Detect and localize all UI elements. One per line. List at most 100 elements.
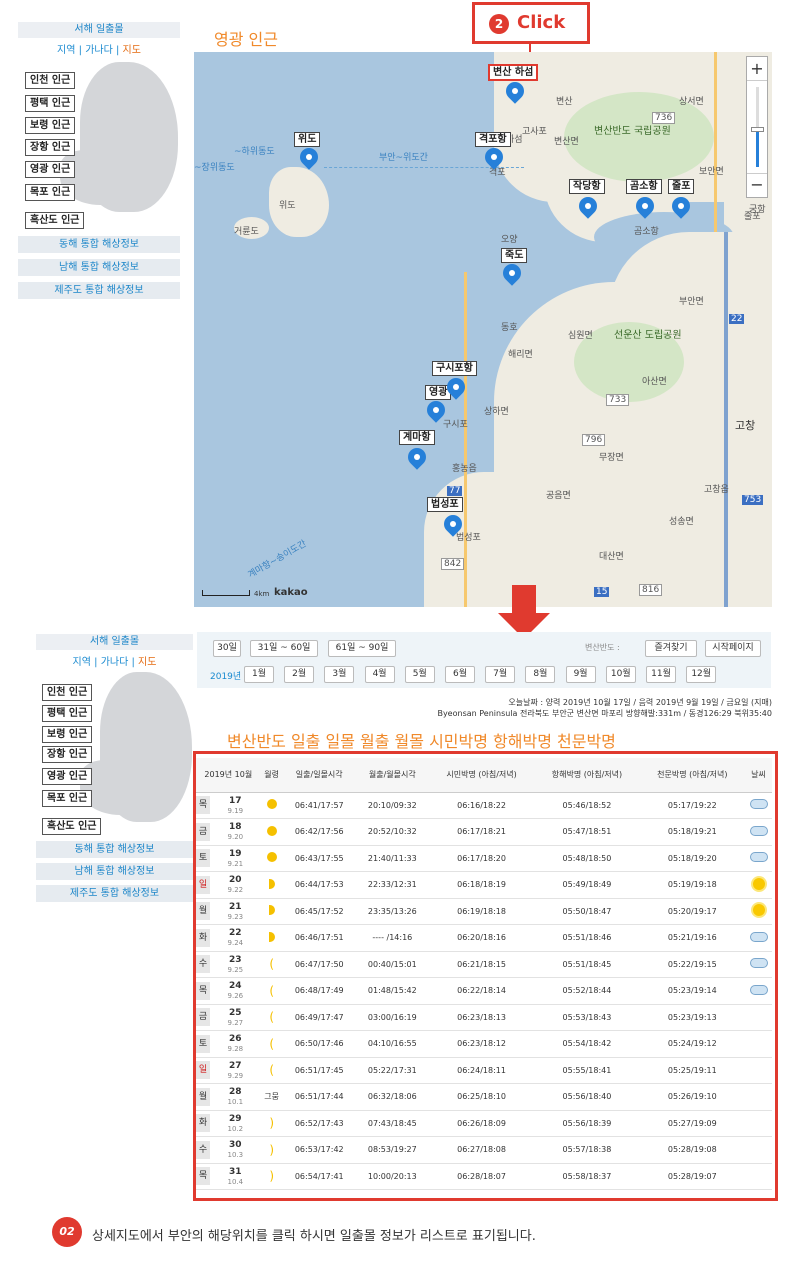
ribbon-south-sea[interactable]: 남해 통합 해상정보	[36, 863, 193, 880]
zoom-in-icon[interactable]: +	[747, 57, 767, 81]
weekday-label: 목	[196, 1167, 210, 1186]
sun-time-cell: 06:42/17:56	[282, 818, 356, 846]
pin-label-jukdo[interactable]: 죽도	[501, 248, 528, 263]
sun-time-cell: 06:51/17:44	[282, 1083, 356, 1111]
table-row: 목 24 9.26 (06:48/17:49 01:48/15:42 06:22/18:1…	[196, 977, 772, 1005]
month-tab-6[interactable]: 6월	[445, 666, 475, 683]
moon-time-cell: 22:33/12:31	[355, 871, 429, 899]
astro-twilight-cell: 05:18/19:21	[639, 818, 745, 846]
ribbon-jeju[interactable]: 제주도 통합 해상정보	[18, 282, 180, 299]
moon-age-cell: (	[260, 1030, 283, 1058]
month-tab-4[interactable]: 4월	[364, 666, 395, 683]
nav-link-region[interactable]: 지역	[73, 657, 91, 668]
start-page-button[interactable]: 시작페이지	[705, 640, 761, 657]
nav-link-region[interactable]: 지역	[57, 45, 75, 56]
zoom-control[interactable]: + −	[746, 56, 768, 198]
year-label: 2019년	[210, 672, 242, 682]
nautical-twilight-cell: 05:47/18:51	[534, 818, 640, 846]
zoom-slider[interactable]	[747, 81, 767, 173]
click-callout: 2 Click	[472, 2, 590, 44]
nautical-twilight-cell: 05:51/18:46	[534, 924, 640, 952]
map-pin-icon[interactable]	[499, 260, 525, 286]
map-pin-icon[interactable]	[296, 144, 322, 170]
moon-time-cell: 23:35/13:26	[355, 898, 429, 925]
weekday-label: 토	[196, 1034, 210, 1053]
map-pin-icon[interactable]	[575, 193, 601, 219]
civil-twilight-cell: 06:25/18:10	[428, 1083, 535, 1111]
ribbon-jeju[interactable]: 제주도 통합 해상정보	[36, 885, 193, 902]
region-janghang[interactable]: 장항 인근	[42, 746, 93, 763]
month-tab-12[interactable]: 12월	[686, 666, 717, 683]
region-heuksando[interactable]: 흑산도 인근	[25, 212, 85, 229]
nav-link-map[interactable]: 지도	[123, 45, 141, 56]
sun-icon	[752, 877, 765, 890]
moon-time-cell: 21:40/11:33	[355, 845, 429, 872]
sun-time-cell: 06:46/17:51	[282, 924, 356, 952]
region-boryeong[interactable]: 보령 인근	[25, 117, 76, 134]
month-tab-11[interactable]: 11월	[646, 666, 676, 683]
step-number-badge: 2	[489, 14, 509, 34]
region-janghang[interactable]: 장항 인근	[25, 139, 76, 156]
map-pin-icon[interactable]	[668, 193, 694, 219]
ribbon-east-sea[interactable]: 동해 통합 해상정보	[36, 841, 193, 858]
civil-twilight-cell: 06:28/18:07	[428, 1163, 535, 1190]
region-pyeongtaek[interactable]: 평택 인근	[25, 95, 76, 112]
weather-cell	[745, 792, 772, 819]
region-mokpo[interactable]: 목포 인근	[25, 184, 76, 201]
pin-label-hasum[interactable]: 변산 하섬	[488, 64, 539, 81]
month-tab-10[interactable]: 10월	[605, 666, 636, 683]
pin-label-gomso[interactable]: 곰소항	[626, 179, 662, 194]
civil-twilight-cell: 06:24/18:11	[428, 1057, 535, 1084]
ribbon-east-sea[interactable]: 동해 통합 해상정보	[18, 236, 180, 253]
month-tab-3[interactable]: 3월	[324, 666, 355, 683]
ribbon-south-sea[interactable]: 남해 통합 해상정보	[18, 259, 180, 276]
map-pin-icon[interactable]	[440, 511, 466, 537]
moon-phase-icon: (	[269, 1063, 274, 1078]
region-incheon[interactable]: 인천 인근	[25, 72, 76, 89]
nav-link-map[interactable]: 지도	[138, 657, 156, 668]
map-pin-icon[interactable]	[481, 144, 507, 170]
cloud-sun-icon	[749, 799, 768, 810]
month-tab-5[interactable]: 5월	[404, 666, 435, 683]
month-tab-2[interactable]: 2월	[284, 666, 315, 683]
region-yeonggwang[interactable]: 영광 인근	[42, 768, 93, 785]
period-31-60-button[interactable]: 31일 ~ 60일	[250, 640, 318, 657]
nautical-twilight-cell: 05:52/18:44	[534, 977, 640, 1005]
map-view[interactable]: 변산 상서면 하섬 고사포 변산면 변산반도 국립공원 보안면 궁항 격포 곰소…	[194, 52, 772, 607]
pin-label-julpo[interactable]: 줄포	[668, 179, 695, 194]
nav-link-alpha[interactable]: 가나다	[85, 45, 113, 56]
date-cell: 23 9.25	[210, 951, 261, 978]
period-30-button[interactable]: 30일	[213, 640, 241, 657]
period-61-90-button[interactable]: 61일 ~ 90일	[328, 640, 396, 657]
date-cell: 30 10.3	[210, 1136, 261, 1164]
map-pin-icon[interactable]	[502, 78, 528, 104]
pin-label-jakdang[interactable]: 작당항	[569, 179, 605, 194]
pin-label-gyema[interactable]: 계마항	[399, 430, 435, 445]
pin-label-gusipo[interactable]: 구시포항	[432, 361, 477, 376]
col-astro: 천문박명 (아침/저녁)	[639, 758, 745, 793]
table-row: 일 27 9.29 (06:51/17:45 05:22/17:31 06:24/18:1…	[196, 1057, 772, 1084]
pin-label-gyeokpo[interactable]: 격포항	[475, 132, 511, 147]
month-tab-9[interactable]: 9월	[565, 666, 596, 683]
map-pin-icon[interactable]	[423, 397, 449, 423]
month-tab-7[interactable]: 7월	[485, 666, 516, 683]
region-pyeongtaek[interactable]: 평택 인근	[42, 705, 93, 722]
astro-twilight-cell: 05:25/19:11	[639, 1057, 745, 1084]
month-tab-8[interactable]: 8월	[525, 666, 556, 683]
zoom-out-icon[interactable]: −	[747, 173, 767, 197]
pin-label-wido[interactable]: 위도	[294, 132, 321, 147]
nautical-twilight-cell: 05:54/18:42	[534, 1030, 640, 1058]
map-pin-icon[interactable]	[404, 444, 430, 470]
civil-twilight-cell: 06:18/18:19	[428, 871, 535, 899]
region-mokpo[interactable]: 목포 인근	[42, 790, 93, 807]
map-pin-icon[interactable]	[632, 193, 658, 219]
region-incheon[interactable]: 인천 인근	[42, 684, 93, 701]
nav-link-alpha[interactable]: 가나다	[101, 657, 129, 668]
favorite-button[interactable]: 즐겨찾기	[645, 640, 697, 657]
map-pin-icon[interactable]	[443, 374, 469, 400]
region-heuksando[interactable]: 흑산도 인근	[42, 818, 102, 835]
region-yeonggwang[interactable]: 영광 인근	[25, 161, 76, 178]
pin-label-beopseongpo[interactable]: 법성포	[427, 497, 463, 512]
region-boryeong[interactable]: 보령 인근	[42, 726, 93, 743]
month-tab-1[interactable]: 1월	[244, 666, 274, 683]
